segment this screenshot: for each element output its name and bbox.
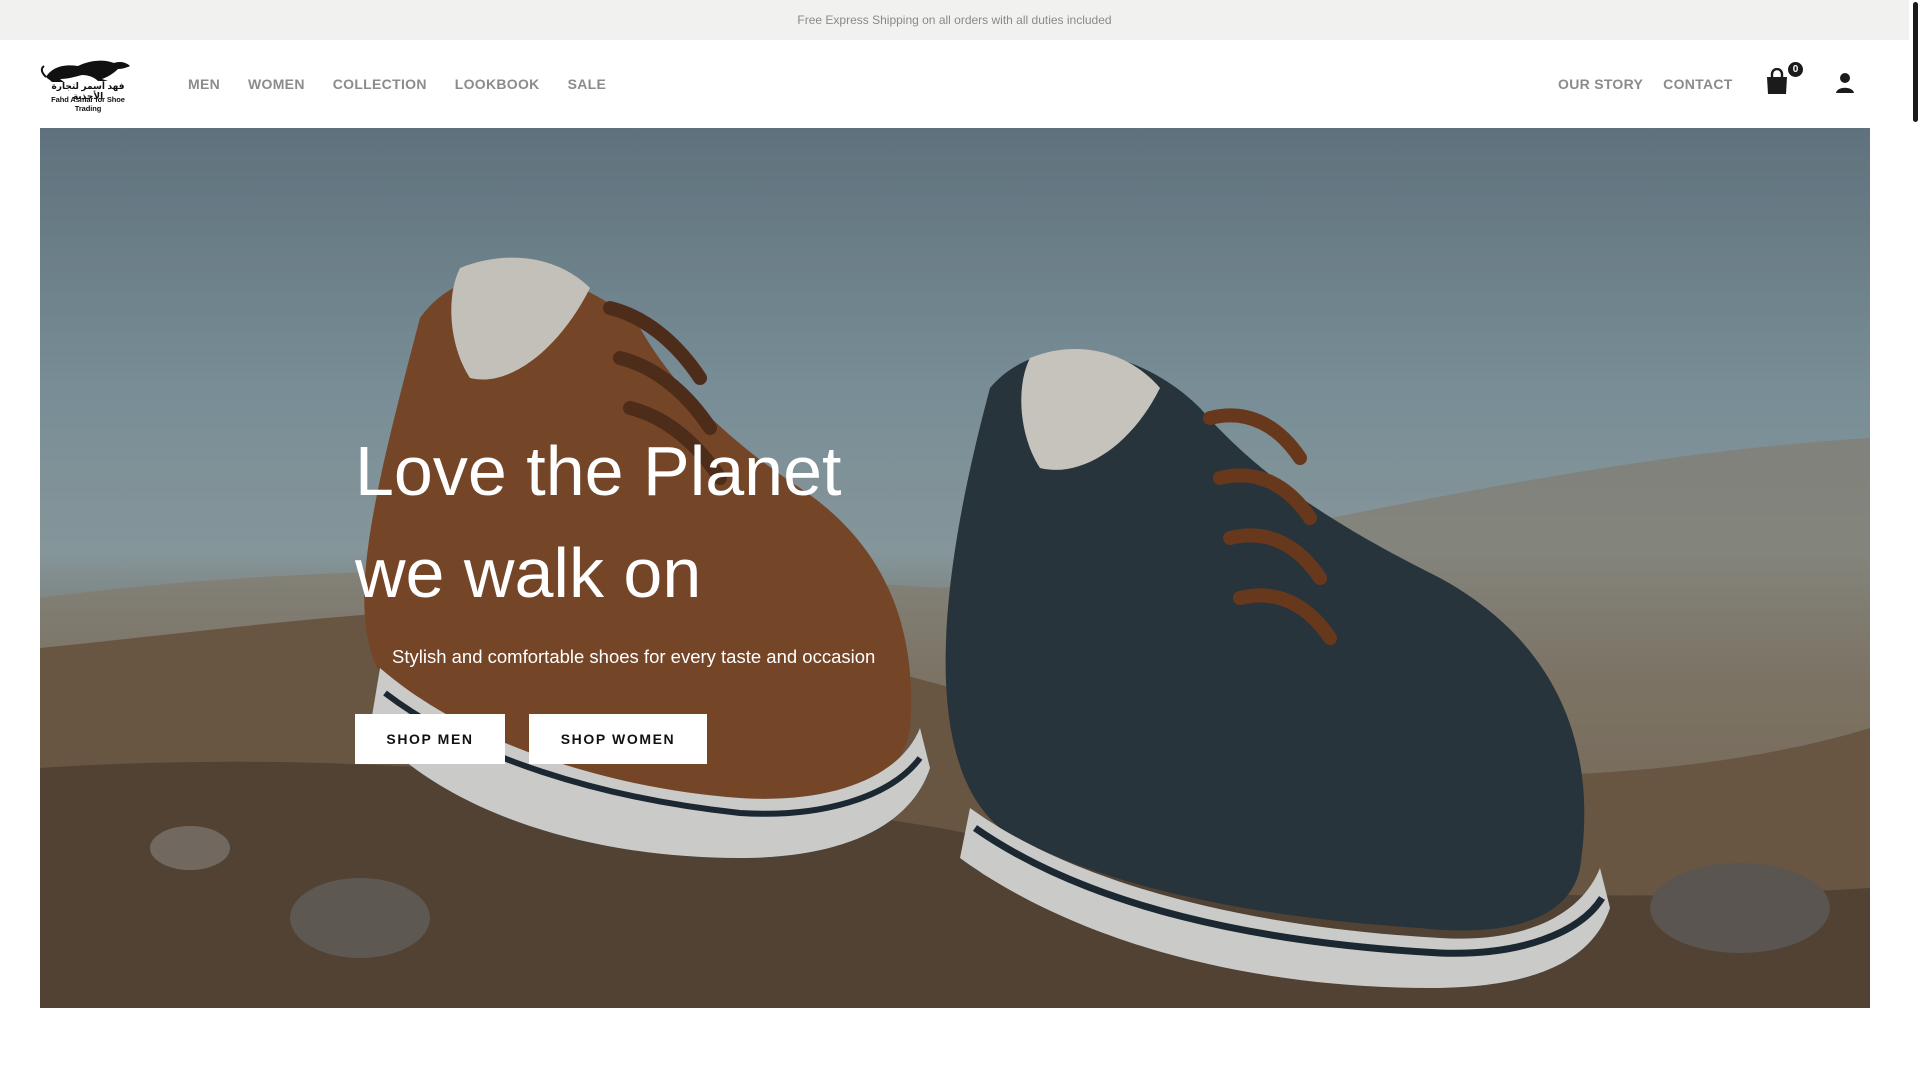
secondary-nav: OUR STORY CONTACT (1558, 40, 1753, 128)
page-scrollbar[interactable] (1909, 0, 1920, 1080)
site-header: فهد أسمر لتجارة الأحذية Fahd Asmar for S… (0, 40, 1909, 128)
hero-banner: Love the Planet we walk on Stylish and c… (40, 128, 1870, 1008)
primary-nav: MEN WOMEN COLLECTION LOOKBOOK SALE (188, 40, 634, 128)
nav-sale[interactable]: SALE (568, 76, 607, 92)
user-icon (1836, 73, 1854, 93)
nav-lookbook[interactable]: LOOKBOOK (455, 76, 540, 92)
announcement-text: Free Express Shipping on all orders with… (797, 13, 1112, 27)
hero-title-line-2: we walk on (355, 534, 702, 612)
nav-women[interactable]: WOMEN (248, 76, 305, 92)
nav-our-story[interactable]: OUR STORY (1558, 76, 1643, 92)
brand-logo[interactable]: فهد أسمر لتجارة الأحذية Fahd Asmar for S… (38, 57, 138, 113)
brand-english-name: Fahd Asmar for Shoe Trading (51, 95, 125, 113)
panther-icon (40, 60, 130, 82)
nav-collection[interactable]: COLLECTION (333, 76, 427, 92)
nav-men[interactable]: MEN (188, 76, 220, 92)
shop-women-button[interactable]: SHOP WOMEN (529, 714, 707, 764)
announcement-bar: Free Express Shipping on all orders with… (0, 0, 1909, 40)
scrollbar-thumb[interactable] (1913, 2, 1918, 122)
hero-title-line-1: Love the Planet (355, 432, 842, 510)
shop-men-button[interactable]: SHOP MEN (355, 714, 505, 764)
nav-contact[interactable]: CONTACT (1663, 76, 1733, 92)
cart-count-badge: 0 (1786, 60, 1805, 79)
account-button[interactable] (1835, 72, 1855, 94)
hero-subtitle: Stylish and comfortable shoes for every … (392, 646, 876, 667)
hero-title: Love the Planet we walk on (355, 420, 1055, 624)
